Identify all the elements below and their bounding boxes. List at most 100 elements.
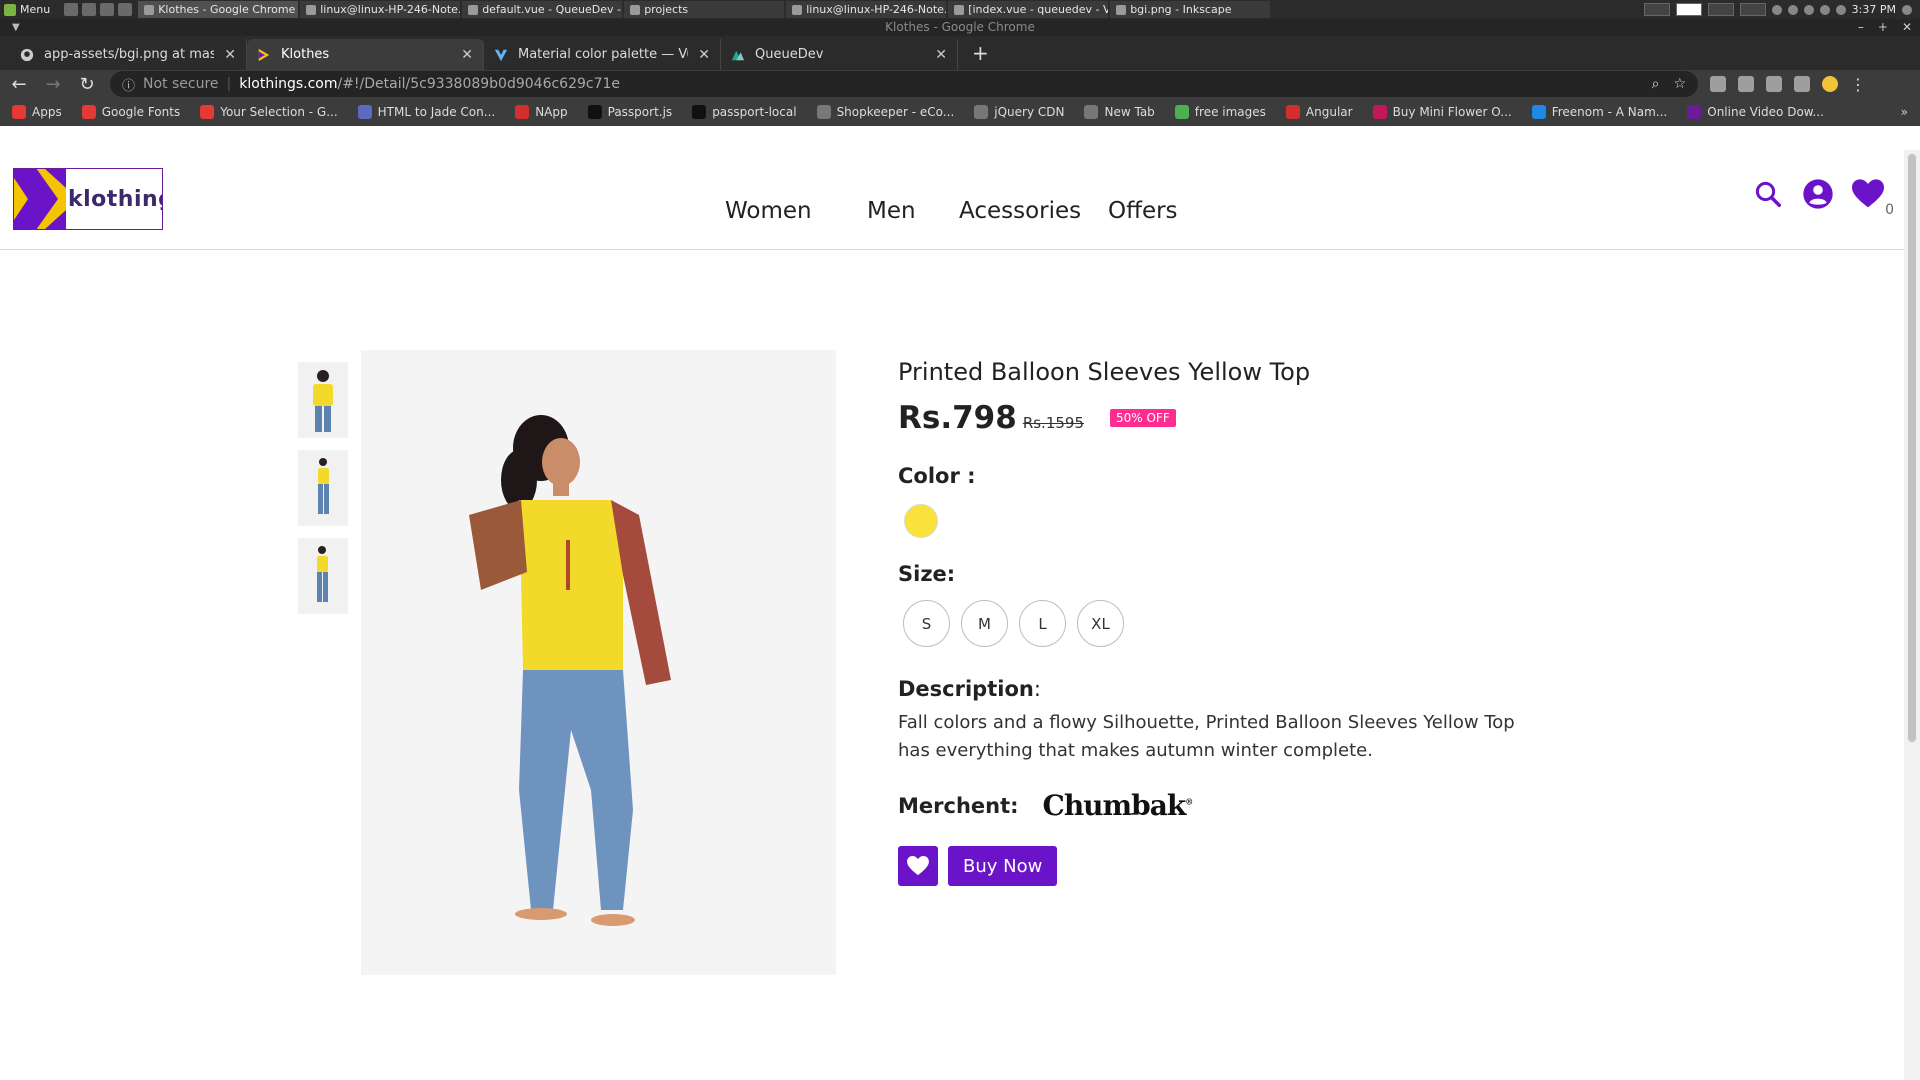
info-icon[interactable]: ⓘ [122, 75, 135, 94]
buy-now-button[interactable]: Buy Now [948, 846, 1058, 886]
taskbar-window-terminal[interactable]: linux@linux-HP-246-Note... [300, 1, 461, 18]
wishlist-count: 0 [1885, 202, 1894, 218]
volume-icon[interactable] [1902, 4, 1912, 15]
workspace-2[interactable] [1675, 3, 1702, 16]
bookmark-item[interactable]: passport-local [692, 105, 797, 119]
taskbar-window-label: [index.vue - queuedev - V... [968, 3, 1109, 16]
extension-4-icon[interactable] [1794, 76, 1810, 92]
nav-accessories[interactable]: Acessories [959, 198, 1081, 224]
terminal-icon[interactable] [100, 3, 115, 16]
new-tab-button[interactable]: + [958, 41, 1003, 70]
chrome-tray-icon[interactable] [1771, 4, 1782, 15]
nav-offers[interactable]: Offers [1108, 198, 1178, 224]
pen-icon[interactable] [1835, 4, 1846, 15]
tab-close-icon[interactable]: ✕ [461, 47, 473, 63]
tab-close-icon[interactable]: ✕ [698, 47, 710, 63]
product-main-image[interactable] [361, 350, 836, 975]
nav-women[interactable]: Women [725, 198, 812, 224]
chrome-menu-icon[interactable]: ⋮ [1850, 75, 1866, 94]
tab-close-icon[interactable]: ✕ [224, 47, 236, 63]
bookmark-label: Your Selection - G... [220, 105, 338, 119]
bookmark-item[interactable]: free images [1174, 105, 1266, 119]
tab-vuetify[interactable]: Material color palette — Vuetify ✕ [484, 39, 721, 70]
size-option-m[interactable]: M [961, 600, 1008, 647]
bookmark-star-icon[interactable]: ☆ [1673, 76, 1686, 92]
network-icon[interactable] [1803, 4, 1814, 15]
os-menu-button[interactable]: Menu [0, 0, 58, 19]
bookmarks-overflow-button[interactable]: » [1901, 105, 1908, 119]
workspace-4[interactable] [1739, 3, 1766, 16]
security-label: Not secure [143, 76, 219, 92]
wishlist-button[interactable]: 0 [1852, 178, 1894, 218]
react-devtools-icon[interactable] [1738, 76, 1754, 92]
files-icon[interactable] [118, 3, 133, 16]
page-scrollbar[interactable] [1904, 150, 1920, 1080]
tab-klothes[interactable]: Klothes ✕ [247, 39, 484, 70]
bookmark-label: New Tab [1104, 105, 1155, 119]
minimize-icon[interactable]: – [1858, 19, 1864, 36]
bookmark-item[interactable]: Freenom - A Nam... [1531, 105, 1667, 119]
nav-men[interactable]: Men [867, 198, 916, 224]
product-thumbnail[interactable] [298, 450, 348, 526]
forward-icon[interactable]: → [42, 74, 64, 95]
bookmark-favicon-icon [587, 105, 602, 119]
color-swatch-yellow[interactable] [904, 504, 938, 538]
tab-close-icon[interactable]: ✕ [935, 47, 947, 63]
window-menu-chevron-icon[interactable]: ▼ [12, 19, 20, 36]
bookmark-item[interactable]: Google Fonts [81, 105, 180, 119]
user-icon[interactable] [1819, 4, 1830, 15]
show-desktop-icon[interactable] [64, 3, 79, 16]
bookmark-item[interactable]: jQuery CDN [974, 105, 1064, 119]
os-taskbar: Menu Klothes - Google Chrome linux@linux… [0, 0, 1920, 19]
vscode-icon [954, 4, 965, 15]
taskbar-window-vscode[interactable]: default.vue - QueueDev -... [462, 1, 623, 18]
bookmark-item[interactable]: New Tab [1084, 105, 1155, 119]
chrome-icon [144, 4, 155, 15]
workspace-1[interactable] [1643, 3, 1670, 16]
maximize-icon[interactable]: + [1878, 19, 1888, 36]
add-to-wishlist-button[interactable] [898, 846, 938, 886]
close-icon[interactable]: ✕ [1902, 19, 1912, 36]
clock[interactable]: 3:37 PM [1852, 3, 1896, 16]
bookmark-favicon-icon [816, 105, 831, 119]
zoom-icon[interactable]: ⌕ [1652, 76, 1660, 92]
bookmark-label: jQuery CDN [994, 105, 1065, 119]
tab-github[interactable]: app-assets/bgi.png at master · ✕ [10, 39, 247, 70]
bookmark-item[interactable]: Your Selection - G... [200, 105, 338, 119]
search-icon[interactable] [1752, 178, 1784, 210]
taskbar-window-folder[interactable]: projects [624, 1, 785, 18]
tab-queuedev[interactable]: QueueDev ✕ [721, 39, 958, 70]
bookmark-item[interactable]: Buy Mini Flower O... [1372, 105, 1512, 119]
software-icon[interactable] [82, 3, 97, 16]
shield-icon[interactable] [1787, 4, 1798, 15]
heart-icon [1852, 179, 1884, 208]
scrollbar-thumb[interactable] [1908, 154, 1916, 742]
vue-devtools-icon[interactable] [1766, 76, 1782, 92]
bookmark-item[interactable]: Apps [12, 105, 62, 119]
back-icon[interactable]: ← [8, 74, 30, 95]
extension-1-icon[interactable] [1710, 76, 1726, 92]
taskbar-window-terminal-2[interactable]: linux@linux-HP-246-Note... [786, 1, 947, 18]
bookmark-item[interactable]: Angular [1285, 105, 1353, 119]
size-option-l[interactable]: L [1019, 600, 1066, 647]
taskbar-window-inkscape[interactable]: bgi.png - Inkscape [1110, 1, 1271, 18]
bookmark-item[interactable]: HTML to Jade Con... [357, 105, 495, 119]
product-thumbnail[interactable] [298, 362, 348, 438]
terminal-icon [306, 4, 317, 15]
taskbar-window-vscode-2[interactable]: [index.vue - queuedev - V... [948, 1, 1109, 18]
merchant-logo[interactable]: Chumbak® [1043, 789, 1194, 822]
profile-avatar[interactable] [1822, 76, 1838, 92]
bookmark-item[interactable]: Passport.js [587, 105, 672, 119]
size-option-xl[interactable]: XL [1077, 600, 1124, 647]
address-bar[interactable]: ⓘ Not secure | klothings.com/#!/Detail/5… [110, 71, 1698, 97]
size-option-s[interactable]: S [903, 600, 950, 647]
bookmark-item[interactable]: NApp [515, 105, 568, 119]
bookmark-item[interactable]: Online Video Dow... [1687, 105, 1824, 119]
taskbar-window-chrome[interactable]: Klothes - Google Chrome [138, 1, 299, 18]
product-thumbnail[interactable] [298, 538, 348, 614]
discount-badge: 50% OFF [1110, 409, 1176, 427]
workspace-3[interactable] [1707, 3, 1734, 16]
account-icon[interactable] [1802, 178, 1834, 210]
reload-icon[interactable]: ↻ [76, 74, 98, 95]
bookmark-item[interactable]: Shopkeeper - eCo... [816, 105, 954, 119]
